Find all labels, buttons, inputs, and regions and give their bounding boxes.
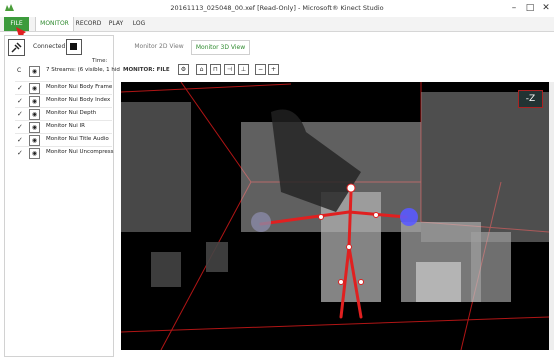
stop-icon <box>70 43 77 50</box>
check-icon[interactable]: ✓ <box>17 136 23 144</box>
check-icon[interactable]: ✓ <box>17 110 23 118</box>
scrollbar[interactable] <box>549 82 554 350</box>
side-view-icon[interactable]: ⊣ <box>224 64 235 75</box>
stream-label: Monitor Nui Body Frame <box>46 84 113 90</box>
check-icon[interactable]: ✓ <box>17 123 23 131</box>
list-item[interactable]: ✓ ◉ Monitor Nui Depth <box>15 107 112 121</box>
streams-count: 7 Streams: (6 visible, 1 hid <box>46 67 120 73</box>
stream-label: Monitor Nui Title Audio <box>46 136 109 142</box>
check-icon[interactable]: ✓ <box>17 149 23 157</box>
check-icon[interactable]: ✓ <box>17 84 23 92</box>
plug-icon <box>11 42 22 53</box>
list-item[interactable]: ✓ ◉ Monitor Nui Uncompress <box>15 146 114 160</box>
zoom-out-icon[interactable]: − <box>255 64 266 75</box>
stream-label: Monitor Nui Depth <box>46 110 97 116</box>
connect-button[interactable] <box>8 39 25 56</box>
stream-label: Monitor Nui Body Index <box>46 97 111 103</box>
eye-icon[interactable]: ◉ <box>29 109 40 120</box>
time-label: Time: <box>92 58 108 64</box>
tab-3d-view[interactable]: Monitor 3D View <box>191 40 250 55</box>
list-item[interactable]: ✓ ◉ Monitor Nui IR <box>15 120 112 134</box>
list-item[interactable]: ✓ ◉ Monitor Nui Title Audio <box>15 133 112 147</box>
zoom-in-icon[interactable]: + <box>268 64 279 75</box>
eye-icon[interactable]: ◉ <box>29 83 40 94</box>
eye-icon[interactable]: ◉ <box>29 148 40 159</box>
streams-summary: C ◉ 7 Streams: (6 visible, 1 hid <box>15 66 120 77</box>
tab-2d-view[interactable]: Monitor 2D View <box>131 40 187 53</box>
minimize-icon[interactable]: – <box>506 1 522 15</box>
home-view-icon[interactable]: ⌂ <box>196 64 207 75</box>
maximize-icon[interactable]: □ <box>522 1 538 15</box>
axis-indicator: -Z <box>518 90 543 108</box>
3d-viewport[interactable] <box>121 82 549 350</box>
top-view-icon[interactable]: ⊥ <box>238 64 249 75</box>
tab-play[interactable]: PLAY <box>107 17 125 31</box>
eye-icon[interactable]: ◉ <box>29 135 40 146</box>
settings-icon[interactable]: ⚙ <box>178 64 189 75</box>
front-view-icon[interactable]: ⊓ <box>210 64 221 75</box>
check-icon[interactable]: ✓ <box>17 97 23 105</box>
close-icon[interactable]: ✕ <box>538 1 554 15</box>
window-title: 20161113_025048_00.xef [Read-Only] - Mic… <box>170 4 384 12</box>
stream-label: Monitor Nui IR <box>46 123 85 129</box>
eye-icon[interactable]: ◉ <box>29 122 40 133</box>
tab-log[interactable]: LOG <box>131 17 147 31</box>
stream-label: Monitor Nui Uncompress <box>46 149 114 155</box>
eye-icon[interactable]: ◉ <box>29 66 40 77</box>
connection-status: Connected <box>33 43 66 50</box>
monitor-source-label: MONITOR: FILE <box>123 67 170 73</box>
list-item[interactable]: ✓ ◉ Monitor Nui Body Index <box>15 94 112 108</box>
collapse-toggle[interactable]: C <box>17 67 21 74</box>
tab-record[interactable]: RECORD <box>75 17 102 31</box>
eye-icon[interactable]: ◉ <box>29 96 40 107</box>
list-item[interactable]: ✓ ◉ Monitor Nui Body Frame <box>15 81 112 95</box>
menu-bar: FILE MONITOR RECORD PLAY LOG <box>0 17 554 32</box>
point-cloud-scene <box>121 82 549 350</box>
